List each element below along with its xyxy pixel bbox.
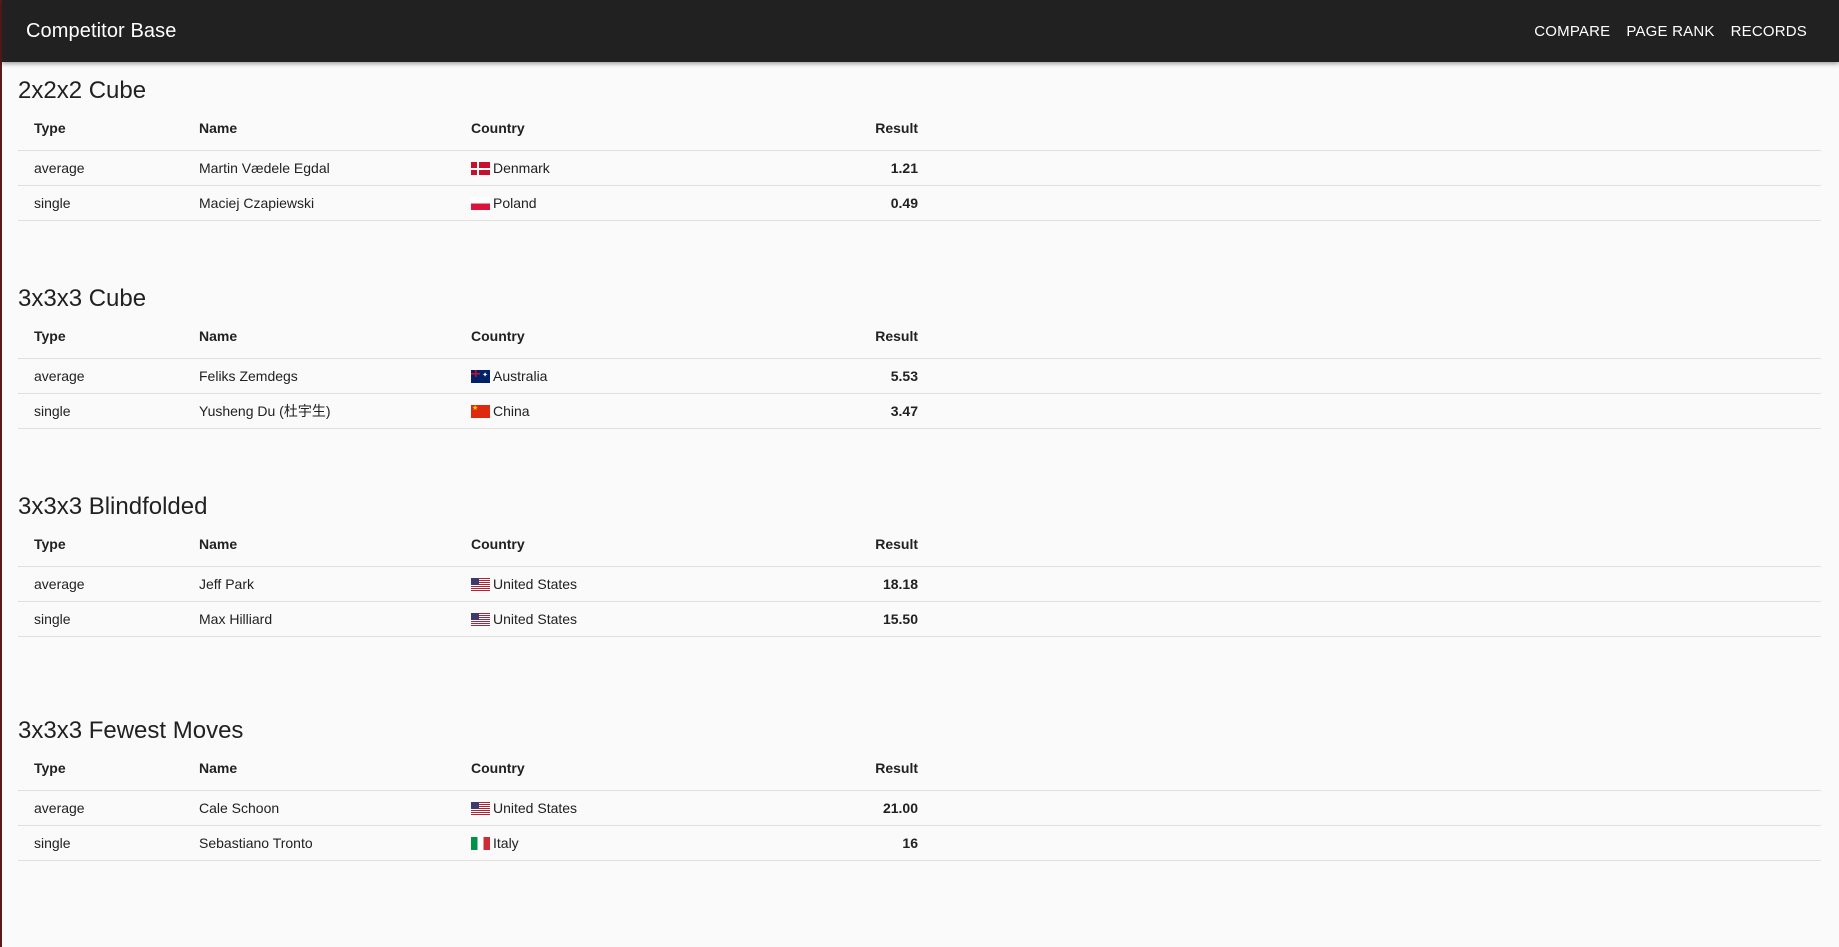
- column-type: Type: [18, 746, 198, 791]
- column-name: Name: [198, 106, 470, 151]
- united-states-flag-icon: [471, 613, 490, 626]
- record-result: 18.18: [772, 566, 919, 602]
- country-name: China: [493, 403, 530, 419]
- record-result: 16: [772, 825, 919, 861]
- table-header-row: Type Name Country Result: [18, 314, 1821, 359]
- app-bar: Competitor Base COMPARE PAGE RANK RECORD…: [2, 0, 1839, 62]
- column-name: Name: [198, 522, 470, 567]
- country-cell: China: [470, 393, 772, 429]
- country-cell: United States: [470, 790, 772, 826]
- record-type: average: [18, 790, 198, 826]
- table-header-row: Type Name Country Result: [18, 522, 1821, 567]
- record-result: 5.53: [772, 358, 919, 394]
- table-row: single Max Hilliard United States 15.50: [18, 601, 1821, 637]
- united-states-flag-icon: [471, 802, 490, 815]
- event-section: 2x2x2 Cube Type Name Country Result aver…: [18, 76, 1821, 221]
- event-title: 3x3x3 Cube: [18, 285, 147, 312]
- record-result: 3.47: [772, 393, 919, 429]
- event-section: 3x3x3 Fewest Moves Type Name Country Res…: [18, 716, 1821, 861]
- column-name: Name: [198, 314, 470, 359]
- column-type: Type: [18, 106, 198, 151]
- column-type: Type: [18, 522, 198, 567]
- country-cell: Italy: [470, 825, 772, 861]
- record-type: single: [18, 601, 198, 637]
- competitor-name[interactable]: Martin Vædele Egdal: [198, 150, 470, 186]
- country-name: Italy: [493, 835, 519, 851]
- column-type: Type: [18, 314, 198, 359]
- table-row: average Martin Vædele Egdal Denmark 1.21: [18, 150, 1821, 186]
- top-nav: COMPARE PAGE RANK RECORDS: [1526, 15, 1815, 48]
- china-flag-icon: [471, 405, 490, 418]
- table-row: single Maciej Czapiewski Poland 0.49: [18, 185, 1821, 221]
- records-content: 2x2x2 Cube Type Name Country Result aver…: [2, 76, 1839, 861]
- poland-flag-icon: [471, 197, 490, 210]
- country-name: United States: [493, 800, 578, 816]
- record-result: 0.49: [772, 185, 919, 221]
- event-title: 2x2x2 Cube: [18, 77, 147, 104]
- table-row: single Yusheng Du (杜宇生) China 3.47: [18, 393, 1821, 429]
- competitor-name[interactable]: Cale Schoon: [198, 790, 470, 826]
- united-states-flag-icon: [471, 578, 490, 591]
- competitor-name[interactable]: Sebastiano Tronto: [198, 825, 470, 861]
- italy-flag-icon: [471, 837, 490, 850]
- records-table: Type Name Country Result average Feliks …: [18, 314, 1821, 429]
- column-result: Result: [772, 106, 919, 151]
- country-name: Poland: [493, 195, 537, 211]
- records-table: Type Name Country Result average Jeff Pa…: [18, 522, 1821, 637]
- table-row: average Jeff Park United States 18.18: [18, 566, 1821, 602]
- table-row: average Feliks Zemdegs Australia 5.53: [18, 358, 1821, 394]
- event-section: 3x3x3 Cube Type Name Country Result aver…: [18, 284, 1821, 429]
- record-result: 1.21: [772, 150, 919, 186]
- record-type: single: [18, 185, 198, 221]
- competitor-name[interactable]: Maciej Czapiewski: [198, 185, 470, 221]
- column-country: Country: [470, 106, 772, 151]
- column-result: Result: [772, 746, 919, 791]
- column-result: Result: [772, 314, 919, 359]
- column-country: Country: [470, 314, 772, 359]
- records-button[interactable]: RECORDS: [1723, 15, 1815, 48]
- table-header-row: Type Name Country Result: [18, 746, 1821, 791]
- table-row: average Cale Schoon United States 21.00: [18, 790, 1821, 826]
- competitor-name[interactable]: Max Hilliard: [198, 601, 470, 637]
- record-type: average: [18, 566, 198, 602]
- country-name: Australia: [493, 368, 548, 384]
- record-result: 15.50: [772, 601, 919, 637]
- event-title: 3x3x3 Fewest Moves: [18, 717, 244, 744]
- column-country: Country: [470, 522, 772, 567]
- australia-flag-icon: [471, 370, 490, 383]
- competitor-name[interactable]: Yusheng Du (杜宇生): [198, 393, 470, 429]
- country-cell: Denmark: [470, 150, 772, 186]
- country-cell: United States: [470, 566, 772, 602]
- country-cell: United States: [470, 601, 772, 637]
- table-row: single Sebastiano Tronto Italy 16: [18, 825, 1821, 861]
- record-type: average: [18, 358, 198, 394]
- records-table: Type Name Country Result average Cale Sc…: [18, 746, 1821, 861]
- country-name: Denmark: [493, 160, 550, 176]
- country-cell: Poland: [470, 185, 772, 221]
- country-name: United States: [493, 611, 578, 627]
- column-result: Result: [772, 522, 919, 567]
- competitor-name[interactable]: Feliks Zemdegs: [198, 358, 470, 394]
- country-cell: Australia: [470, 358, 772, 394]
- app-title: Competitor Base: [26, 19, 177, 42]
- column-name: Name: [198, 746, 470, 791]
- country-name: United States: [493, 576, 578, 592]
- page-rank-button[interactable]: PAGE RANK: [1618, 15, 1722, 48]
- event-section: 3x3x3 Blindfolded Type Name Country Resu…: [18, 492, 1821, 637]
- record-type: single: [18, 393, 198, 429]
- compare-button[interactable]: COMPARE: [1526, 15, 1618, 48]
- event-title: 3x3x3 Blindfolded: [18, 493, 208, 520]
- record-type: single: [18, 825, 198, 861]
- records-table: Type Name Country Result average Martin …: [18, 106, 1821, 221]
- column-country: Country: [470, 746, 772, 791]
- competitor-name[interactable]: Jeff Park: [198, 566, 470, 602]
- record-result: 21.00: [772, 790, 919, 826]
- denmark-flag-icon: [471, 162, 490, 175]
- record-type: average: [18, 150, 198, 186]
- table-header-row: Type Name Country Result: [18, 106, 1821, 151]
